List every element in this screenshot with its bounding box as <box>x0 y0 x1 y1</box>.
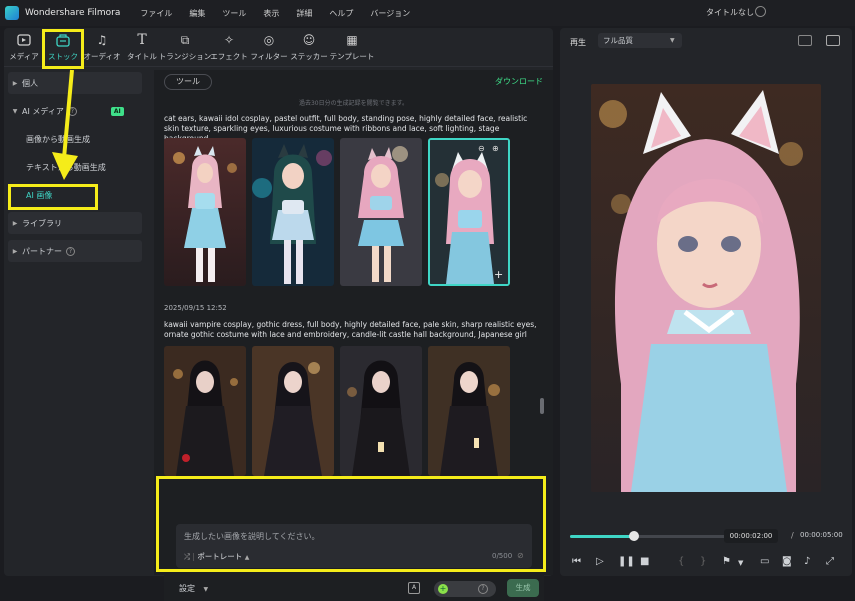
effect-icon: ✧ <box>223 33 235 47</box>
gothic-image <box>164 346 246 476</box>
highlight-stock-tab <box>42 29 84 69</box>
time-separator: / <box>791 531 794 540</box>
chevron-down-icon: ▼ <box>12 107 18 115</box>
download-button[interactable]: ダウンロード <box>495 76 543 87</box>
seek-handle[interactable] <box>629 531 639 541</box>
idol-image <box>430 140 508 284</box>
thumbs-up-icon[interactable]: ⊕ <box>492 144 499 153</box>
chevron-right-icon: ▶ <box>12 247 18 255</box>
step-back-icon[interactable]: ⏮ <box>572 556 581 567</box>
credit-indicator: + ? <box>434 581 496 597</box>
annotation-arrow <box>52 69 78 180</box>
camera-icon[interactable]: ◙ <box>782 556 792 567</box>
add-icon[interactable]: + <box>494 268 503 281</box>
help-icon[interactable]: ? <box>478 584 488 594</box>
sidebar-item-library[interactable]: ▶ ライブラリ <box>8 212 142 234</box>
save-status-icon[interactable] <box>755 6 766 17</box>
settings-dropdown[interactable]: 設定 ▼ <box>179 583 208 594</box>
generated-image-thumbnail[interactable] <box>164 346 246 476</box>
generated-image-thumbnail[interactable] <box>252 138 334 286</box>
tool-filter-pill[interactable]: ツール <box>164 74 212 90</box>
title-bar: Wondershare Filmora ファイル 編集 ツール 表示 詳細 ヘル… <box>0 0 855 26</box>
preview-panel: 再生 フル品質 ▼ 00:00:02:00 / 00:00:05:00 ⏮ ▷ … <box>560 28 852 576</box>
transition-icon: ⧉ <box>180 32 190 47</box>
title-icon: T <box>137 32 147 48</box>
generated-image-thumbnail[interactable] <box>252 346 334 476</box>
generate-button[interactable]: 生成 <box>507 579 539 597</box>
highlight-prompt-box <box>156 476 546 572</box>
template-icon: ▦ <box>346 33 358 47</box>
chevron-down-icon[interactable]: ▼ <box>738 559 743 567</box>
menu-file[interactable]: ファイル <box>140 8 172 19</box>
quality-dropdown[interactable]: フル品質 ▼ <box>598 33 682 48</box>
menu-bar: ファイル 編集 ツール 表示 詳細 ヘルプ バージョン <box>140 8 410 19</box>
chevron-down-icon: ▼ <box>203 586 209 593</box>
generated-image-thumbnail[interactable] <box>164 138 246 286</box>
mark-out-icon[interactable]: } <box>700 556 706 567</box>
current-time[interactable]: 00:00:02:00 <box>724 529 778 543</box>
sidebar-item-partner[interactable]: ▶ パートナー ? <box>8 240 142 262</box>
mark-in-icon[interactable]: { <box>678 556 684 567</box>
idol-image <box>252 138 334 286</box>
generated-image-thumbnail-selected[interactable]: ⊖ ⊕ + <box>428 138 510 286</box>
generation-timestamp: 2025/09/15 12:52 <box>164 304 227 312</box>
filter-icon: ◎ <box>263 33 275 47</box>
seek-bar-progress <box>570 535 634 538</box>
volume-icon[interactable]: ♪ <box>804 556 810 567</box>
audio-icon: ♫ <box>96 33 108 47</box>
history-notice: 過去30日分の生成記録を閲覧できます。 <box>298 100 409 107</box>
chevron-right-icon: ▶ <box>12 79 18 87</box>
total-time: 00:00:05:00 <box>800 531 843 539</box>
app-name: Wondershare Filmora <box>25 8 121 18</box>
chevron-down-icon: ▼ <box>670 37 675 44</box>
idol-image <box>164 138 246 286</box>
generated-image-thumbnail[interactable] <box>340 346 422 476</box>
generated-image-thumbnail[interactable] <box>428 346 510 476</box>
sticker-icon: ☺ <box>302 33 316 47</box>
snapshot-view-icon[interactable] <box>826 35 840 46</box>
credit-icon: + <box>438 584 448 594</box>
gothic-image <box>428 346 510 476</box>
menu-advanced[interactable]: 詳細 <box>296 8 312 19</box>
marker-icon[interactable]: ⚑ <box>722 556 731 567</box>
grid-view-icon[interactable] <box>798 35 812 46</box>
player-label: 再生 <box>570 38 586 47</box>
menu-tools[interactable]: ツール <box>222 8 246 19</box>
menu-edit[interactable]: 編集 <box>189 8 205 19</box>
display-icon[interactable]: ▭ <box>760 556 769 567</box>
menu-help[interactable]: ヘルプ <box>329 8 353 19</box>
chevron-right-icon: ▶ <box>12 219 18 227</box>
gallery-scrollbar[interactable] <box>540 398 544 414</box>
gothic-image <box>340 346 422 476</box>
menu-view[interactable]: 表示 <box>263 8 279 19</box>
fullscreen-icon[interactable]: ⤢ <box>826 556 834 567</box>
prompt-text: kawaii vampire cosplay, gothic dress, fu… <box>164 320 537 339</box>
preview-image <box>591 84 821 492</box>
play-icon[interactable]: ▷ <box>596 556 604 567</box>
image-reference-icon[interactable]: A <box>408 582 420 594</box>
document-title: タイトルなし <box>706 8 754 17</box>
media-toolbar: メディア ストック ♫ オーディオ T タイトル ⧉ トランジション ✧ エフェ… <box>4 28 553 68</box>
gothic-image <box>252 346 334 476</box>
video-preview[interactable] <box>591 84 821 492</box>
filmora-logo <box>5 6 19 20</box>
ai-badge: AI <box>110 106 124 116</box>
highlight-ai-image <box>8 184 98 210</box>
idol-image <box>340 138 422 286</box>
generated-image-thumbnail[interactable] <box>340 138 422 286</box>
media-icon <box>16 32 32 48</box>
menu-version[interactable]: バージョン <box>370 8 410 19</box>
help-icon[interactable]: ? <box>66 246 75 256</box>
stop-icon[interactable]: ■ <box>640 556 649 567</box>
tab-template[interactable]: ▦ テンプレート <box>326 32 378 62</box>
thumbs-down-icon[interactable]: ⊖ <box>478 144 485 153</box>
pause-icon[interactable]: ❚❚ <box>618 556 635 567</box>
